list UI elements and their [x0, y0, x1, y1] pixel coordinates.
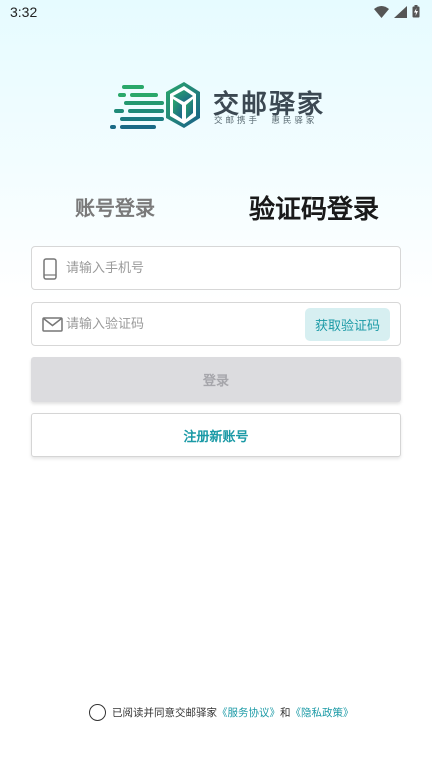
login-button[interactable]: 登录 — [31, 357, 401, 402]
register-button[interactable]: 注册新账号 — [31, 413, 401, 457]
status-time: 3:32 — [10, 4, 38, 20]
code-field[interactable]: 获取验证码 — [31, 302, 401, 346]
agreement-row: 已阅读并同意交邮驿家 《服务协议》 和 《隐私政策》 — [89, 703, 354, 721]
signal-icon — [394, 5, 407, 18]
phone-icon — [43, 258, 57, 280]
service-agreement-link[interactable]: 《服务协议》 — [217, 705, 280, 720]
agreement-and: 和 — [280, 706, 291, 719]
tab-code-login[interactable]: 验证码登录 — [249, 189, 379, 226]
mail-icon — [42, 317, 63, 332]
battery-icon — [412, 5, 420, 18]
phone-field[interactable] — [31, 246, 401, 290]
privacy-policy-link[interactable]: 《隐私政策》 — [291, 705, 354, 720]
phone-input[interactable] — [66, 255, 326, 281]
wifi-icon — [374, 5, 389, 18]
tab-account-login[interactable]: 账号登录 — [75, 192, 155, 221]
get-code-button[interactable]: 获取验证码 — [305, 308, 390, 341]
agreement-checkbox[interactable] — [89, 703, 106, 721]
status-icons — [374, 5, 420, 18]
code-input[interactable] — [66, 311, 286, 337]
status-bar: 3:32 — [0, 0, 432, 26]
agreement-text: 已阅读并同意交邮驿家 — [112, 706, 217, 719]
logo-subtitle: 交邮携手 惠民驿家 — [214, 116, 318, 126]
